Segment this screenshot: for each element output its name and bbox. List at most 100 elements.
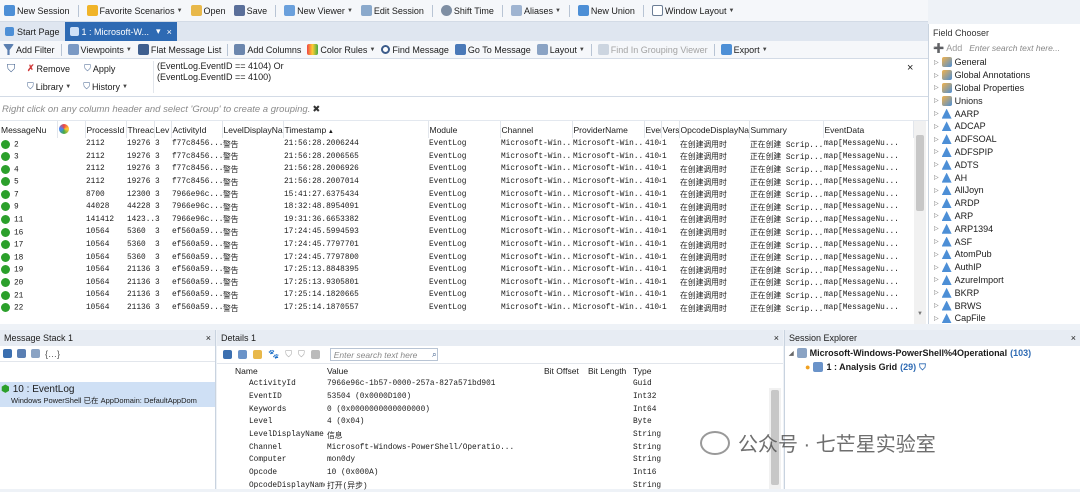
group-hint-bar[interactable]: Right click on any column header and sel… — [0, 97, 928, 121]
field-search-input[interactable]: Enter search text here... — [969, 43, 1060, 53]
scrollbar-thumb[interactable] — [916, 135, 924, 211]
expand-icon[interactable]: ◢ — [789, 350, 794, 357]
close-filter-button[interactable]: × — [907, 62, 913, 74]
expand-icon[interactable]: ▷ — [934, 84, 939, 91]
expand-icon[interactable]: ▷ — [934, 187, 939, 194]
field-item[interactable]: ▷Global Annotations — [929, 69, 1080, 82]
column-header[interactable]: Vers — [661, 121, 679, 138]
field-item[interactable]: ▷ADFSOAL — [929, 133, 1080, 146]
details-column-header[interactable]: Bit Length — [586, 364, 631, 378]
grid-scrollbar[interactable]: ▼ — [914, 121, 926, 324]
field-item[interactable]: ▷ARP — [929, 210, 1080, 223]
close-icon[interactable]: × — [1071, 333, 1076, 343]
field-item[interactable]: ▷AllJoyn — [929, 184, 1080, 197]
new-union-button[interactable]: New Union — [575, 0, 638, 21]
viewpoints-button[interactable]: Viewpoints▼ — [65, 41, 135, 58]
table-row[interactable]: 2110564211363ef560a59...警告17:25:14.18206… — [0, 289, 913, 302]
window-layout-button[interactable]: Window Layout▼ — [649, 0, 738, 21]
expand-icon[interactable]: ▷ — [934, 110, 939, 117]
expand-icon[interactable]: ▷ — [934, 225, 939, 232]
column-header[interactable]: LevelDisplayNa — [222, 121, 283, 138]
field-item[interactable]: ▷ARP1394 — [929, 222, 1080, 235]
color-rules-button[interactable]: Color Rules▼ — [304, 41, 378, 58]
field-item[interactable]: ▷CapFile — [929, 312, 1080, 325]
column-header[interactable]: MessageNu — [0, 121, 57, 138]
close-hint-icon[interactable]: ✖ — [312, 104, 320, 115]
history-button[interactable]: ⛉History▼ — [80, 80, 131, 93]
field-item[interactable]: ▷ARDP — [929, 197, 1080, 210]
new-viewer-button[interactable]: New Viewer▼ — [281, 0, 356, 21]
expand-icon[interactable]: ▷ — [934, 238, 939, 245]
field-item[interactable]: ▷ADCAP — [929, 120, 1080, 133]
expand-icon[interactable]: ▷ — [934, 315, 939, 322]
save-button[interactable]: Save — [231, 0, 271, 21]
library-button[interactable]: ⛉Library▼ — [24, 80, 74, 93]
details-row[interactable]: EventID53504 (0x0000D100)Int32 — [221, 391, 773, 404]
remove-filter-button[interactable]: ✗Remove — [24, 62, 73, 75]
find-message-button[interactable]: Find Message — [378, 41, 452, 58]
go-to-message-button[interactable]: Go To Message — [452, 41, 534, 58]
field-item[interactable]: ▷AtomPub — [929, 248, 1080, 261]
column-header[interactable]: Channel — [500, 121, 572, 138]
table-row[interactable]: 111414121423...37966e96c...警告19:31:36.66… — [0, 214, 913, 227]
column-header[interactable]: Timestamp ▲ — [283, 121, 428, 138]
table-row[interactable]: 52112192763f77c8456...警告21:56:28.2007014… — [0, 176, 913, 189]
expand-icon[interactable]: ▷ — [934, 123, 939, 130]
expand-icon[interactable]: ▷ — [934, 72, 939, 79]
column-header[interactable]: Lev — [154, 121, 171, 138]
expand-icon[interactable]: ▷ — [934, 200, 939, 207]
filter-icon[interactable]: ⛉ — [285, 349, 292, 360]
field-item[interactable]: ▷BKRP — [929, 286, 1080, 299]
export-button[interactable]: Export▼ — [718, 41, 771, 58]
column-header[interactable]: OpcodeDisplayNa — [679, 121, 749, 138]
details-row[interactable]: OpcodeDisplayName打开(异步)String — [221, 480, 773, 492]
close-icon[interactable]: × — [167, 27, 172, 37]
details-column-header[interactable]: Bit Offset — [542, 364, 586, 378]
open-button[interactable]: Open — [188, 0, 229, 21]
field-item[interactable]: ▷AzureImport — [929, 274, 1080, 287]
paw-icon[interactable]: 🐾 — [268, 349, 279, 360]
field-item[interactable]: ▷Global Properties — [929, 82, 1080, 95]
field-item[interactable]: ▷AARP — [929, 107, 1080, 120]
field-item[interactable]: ▷Unions — [929, 94, 1080, 107]
column-header[interactable]: ProcessId — [85, 121, 126, 138]
table-row[interactable]: 32112192763f77c8456...警告21:56:28.2006565… — [0, 151, 913, 164]
apply-filter-button[interactable]: ⛉Apply — [81, 62, 118, 75]
expand-icon[interactable]: ▷ — [934, 302, 939, 309]
details-row[interactable]: ActivityId7966e96c-1b57-0000-257a-827a57… — [221, 378, 773, 391]
close-icon[interactable]: × — [206, 333, 211, 343]
add-filter-button[interactable]: Add Filter — [0, 41, 58, 58]
bracket-view-icon[interactable]: {…} — [45, 349, 60, 359]
tab-analysis-viewer[interactable]: 1 : Microsoft-W...▾× — [65, 22, 177, 41]
field-item[interactable]: ▷ASF — [929, 235, 1080, 248]
details-column-header[interactable]: Value — [325, 364, 542, 378]
expand-icon[interactable]: ▷ — [934, 136, 939, 143]
field-item[interactable]: ▷General — [929, 56, 1080, 69]
scroll-down-icon[interactable]: ▼ — [917, 311, 923, 317]
table-row[interactable]: 171056453603ef560a59...警告17:24:45.779770… — [0, 239, 913, 252]
column-header[interactable]: EventI — [644, 121, 661, 138]
expand-icon[interactable]: ▷ — [934, 276, 939, 283]
pin-icon[interactable]: ▾ — [156, 26, 161, 37]
expand-icon[interactable]: ▷ — [934, 59, 939, 66]
column-header[interactable]: Module — [428, 121, 500, 138]
grid-view-icon[interactable] — [17, 349, 26, 358]
column-header[interactable]: ActivityId — [171, 121, 222, 138]
field-item[interactable]: ▷AH — [929, 171, 1080, 184]
tab-start-page[interactable]: Start Page — [0, 22, 65, 41]
add-columns-button[interactable]: Add Columns — [231, 41, 304, 58]
expand-icon[interactable]: ▷ — [934, 289, 939, 296]
pin-icon[interactable] — [3, 349, 12, 358]
expand-icon[interactable]: ▷ — [934, 174, 939, 181]
table-row[interactable]: 181056453603ef560a59...警告17:24:45.779780… — [0, 251, 913, 264]
details-row[interactable]: Keywords0 (0x0000000000000000)Int64 — [221, 403, 773, 416]
details-column-header[interactable]: Type — [631, 364, 773, 378]
stack-entry[interactable]: ⬢10 : EventLog Windows PowerShell 已在 App… — [0, 382, 215, 407]
details-row[interactable]: Level4 (0x04)Byte — [221, 416, 773, 429]
table-row[interactable]: 42112192763f77c8456...警告21:56:28.2006926… — [0, 163, 913, 176]
table-row[interactable]: 1910564211363ef560a59...警告17:25:13.88483… — [0, 264, 913, 277]
flat-message-list-button[interactable]: Flat Message List — [135, 41, 225, 58]
expand-icon[interactable]: ▷ — [934, 264, 939, 271]
session-root-node[interactable]: ◢ Microsoft-Windows-PowerShell%4Operatio… — [785, 346, 1080, 360]
edit-session-button[interactable]: Edit Session — [358, 0, 427, 21]
